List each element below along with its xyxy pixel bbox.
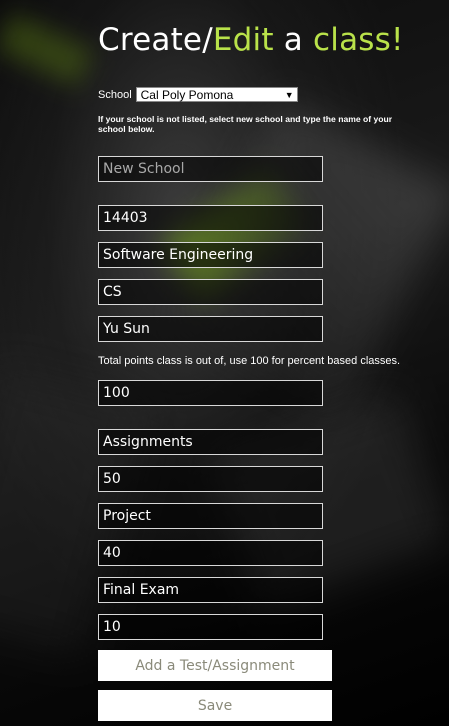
instructor-input[interactable]: Yu Sun (98, 316, 323, 342)
title-edit: Edit (212, 22, 274, 58)
add-assignment-button[interactable]: Add a Test/Assignment (98, 650, 332, 681)
assignment-weight-input[interactable]: 50 (98, 466, 323, 492)
school-label: School (98, 88, 132, 101)
title-class: class! (313, 22, 404, 58)
assignment-weight-input[interactable]: 40 (98, 540, 323, 566)
new-school-input[interactable]: New School (98, 156, 323, 182)
page-title: Create/Edit a class! (98, 22, 404, 58)
assignment-name-input[interactable]: Project (98, 503, 323, 529)
school-select[interactable]: Cal Poly Pomona ▼ (135, 87, 298, 102)
assignment-name-input[interactable]: Assignments (98, 429, 323, 455)
assignment-name-input[interactable]: Final Exam (98, 577, 323, 603)
assignment-weight-input[interactable]: 10 (98, 614, 323, 640)
class-name-input[interactable]: Software Engineering (98, 242, 323, 268)
school-select-value: Cal Poly Pomona (140, 87, 234, 102)
title-a: a (273, 22, 314, 58)
class-number-input[interactable]: 14403 (98, 205, 323, 231)
total-points-input[interactable]: 100 (98, 380, 323, 406)
points-note: Total points class is out of, use 100 fo… (98, 355, 401, 367)
title-create: Create/ (98, 22, 213, 58)
chevron-down-icon: ▼ (284, 89, 294, 100)
create-class-form: Create/Edit a class! School Cal Poly Pom… (0, 0, 449, 726)
school-note: If your school is not listed, select new… (98, 114, 393, 134)
department-input[interactable]: CS (98, 279, 323, 305)
save-button[interactable]: Save (98, 690, 332, 721)
school-row: School Cal Poly Pomona ▼ (98, 87, 298, 102)
